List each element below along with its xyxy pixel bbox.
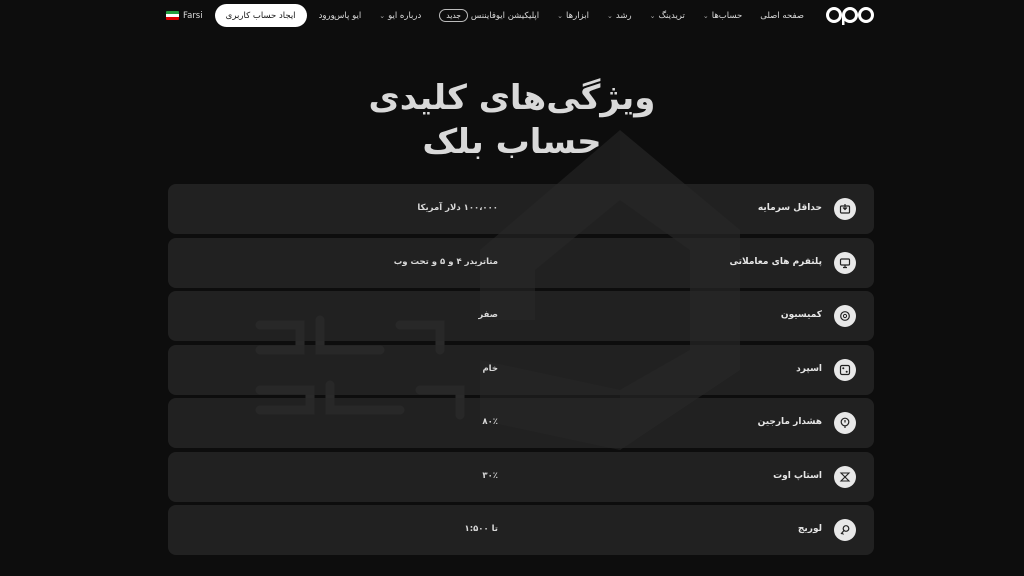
- menu-app[interactable]: اپلیکیشن ایوفایننس جدید: [439, 9, 539, 22]
- main-menu: صفحه اصلی حساب‌ها ⌄ تریدینگ ⌄ رشد ⌄ ابزارها…: [334, 9, 804, 22]
- feature-label: اسپرد: [796, 363, 822, 374]
- monitor-icon: [834, 251, 856, 274]
- feature-row: هشدار مارجین ۸۰٪: [168, 398, 874, 448]
- language-selector[interactable]: Farsi: [166, 11, 203, 21]
- feature-label: پلتفرم های معاملاتی: [729, 256, 822, 267]
- feature-value: ۱۰۰،۰۰۰ دلار آمریکا: [417, 203, 498, 213]
- menu-tools[interactable]: ابزارها ⌄: [557, 11, 589, 21]
- feature-value: ۸۰٪: [482, 417, 498, 427]
- margin-alert-icon: [834, 412, 856, 434]
- page-title: ویژگی‌های کلیدی: [368, 78, 656, 118]
- feature-row: استاپ اوت ۳۰٪: [168, 451, 874, 502]
- top-navigation: صفحه اصلی حساب‌ها ⌄ تریدینگ ⌄ رشد ⌄ ابزارها…: [0, 0, 1024, 34]
- stop-out-icon: [834, 465, 856, 488]
- login-link[interactable]: ورود: [319, 11, 335, 21]
- feature-label: استاپ اوت: [773, 470, 822, 481]
- feature-label: کمیسیون: [780, 310, 822, 320]
- signup-button[interactable]: ایجاد حساب کاربری: [214, 4, 307, 27]
- feature-row: پلتفرم های معاملاتی متاتریدر ۴ و ۵ و تحت…: [168, 237, 874, 288]
- features-table: حداقل سرمایه ۱۰۰،۰۰۰ دلار آمریکا پلتفرم …: [168, 184, 874, 559]
- menu-pass[interactable]: ایو پاس: [334, 11, 361, 21]
- nav-actions: Farsi ایجاد حساب کاربری ورود: [166, 4, 335, 27]
- menu-growth[interactable]: رشد ⌄: [607, 11, 632, 21]
- feature-value: صفر: [478, 310, 498, 320]
- chevron-down-icon: ⌄: [702, 11, 709, 20]
- spread-icon: [834, 358, 856, 381]
- brand-logo[interactable]: [826, 4, 874, 26]
- iran-flag-icon: [166, 11, 179, 20]
- feature-row: لوریج تا ۱:۵۰۰: [168, 505, 874, 555]
- chevron-down-icon: ⌄: [649, 11, 656, 20]
- feature-value: تا ۱:۵۰۰: [464, 524, 499, 534]
- feature-label: حداقل سرمایه: [757, 203, 822, 213]
- feature-row: حداقل سرمایه ۱۰۰،۰۰۰ دلار آمریکا: [168, 184, 874, 234]
- menu-accounts[interactable]: حساب‌ها ⌄: [703, 11, 742, 21]
- feature-label: هشدار مارجین: [757, 417, 822, 427]
- feature-value: خام: [482, 363, 498, 374]
- feature-value: ۳۰٪: [482, 470, 498, 481]
- chevron-down-icon: ⌄: [606, 11, 613, 20]
- menu-trading[interactable]: تریدینگ ⌄: [650, 11, 685, 21]
- menu-about[interactable]: درباره ایو ⌄: [379, 11, 421, 21]
- leverage-icon: [834, 519, 856, 541]
- deposit-icon: [834, 198, 856, 220]
- chevron-down-icon: ⌄: [379, 11, 386, 20]
- chevron-down-icon: ⌄: [557, 11, 564, 20]
- commission-icon: [834, 305, 856, 327]
- feature-row: اسپرد خام: [168, 344, 874, 395]
- feature-value: متاتریدر ۴ و ۵ و تحت وب: [393, 256, 498, 267]
- feature-label: لوریج: [797, 524, 822, 534]
- page-subtitle: حساب بلک: [422, 122, 602, 162]
- new-badge: جدید: [439, 9, 468, 22]
- feature-row: کمیسیون صفر: [168, 291, 874, 341]
- menu-home[interactable]: صفحه اصلی: [760, 11, 804, 21]
